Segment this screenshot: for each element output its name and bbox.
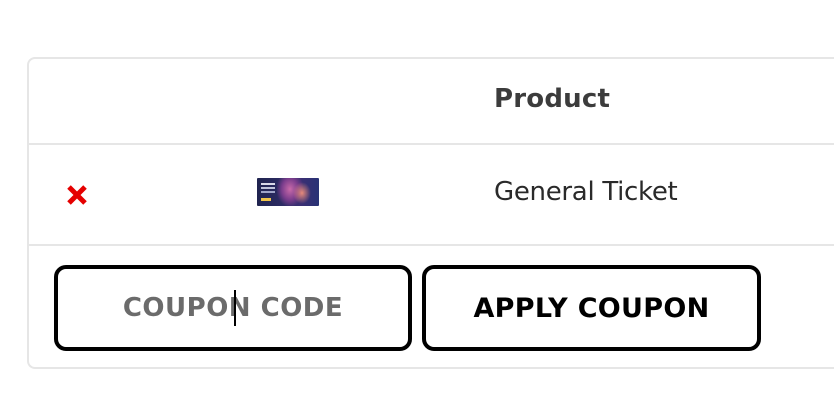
text-caret [234,290,236,326]
coupon-code-input[interactable] [54,265,412,351]
cart-table: Product General Ticket APPLY COUPON [27,57,834,369]
apply-coupon-button[interactable]: APPLY COUPON [422,265,761,351]
remove-item-icon[interactable] [65,183,89,207]
product-thumbnail[interactable] [257,178,319,206]
product-column-header: Product [494,84,611,114]
product-name[interactable]: General Ticket [494,177,678,207]
header-divider [29,143,834,145]
row-divider [29,244,834,246]
